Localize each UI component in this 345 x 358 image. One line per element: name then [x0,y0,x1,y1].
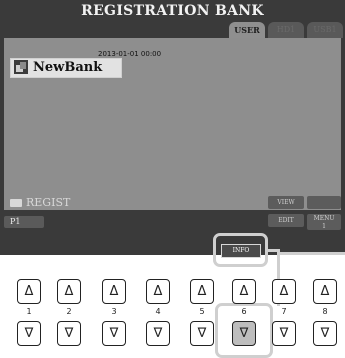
info-button[interactable]: INFO [221,244,261,258]
down-arrow-icon: ∇ [320,326,330,341]
bank-list: 2013-01-01 00:00 NewBank REGIST [4,38,341,210]
bank-date: 2013-01-01 00:00 [98,50,162,58]
button-number-8: 8 [322,307,328,316]
menu1-button[interactable]: MENU 1 [307,214,341,230]
button-7-up[interactable]: Δ [272,279,296,304]
tab-user[interactable]: USER [229,22,265,38]
up-arrow-icon: Δ [24,284,34,299]
button-4-down[interactable]: ∇ [146,321,170,346]
down-arrow-icon: ∇ [153,326,163,341]
tab-usb1[interactable]: USB1 [307,22,343,38]
button-1-up[interactable]: Δ [17,279,41,304]
button-number-2: 2 [66,307,72,316]
button-2-up[interactable]: Δ [57,279,81,304]
page-p1-button[interactable]: P1 [4,216,44,228]
up-arrow-icon: Δ [279,284,289,299]
button-5-down[interactable]: ∇ [190,321,214,346]
button-6-up[interactable]: Δ [232,279,256,304]
up-arrow-icon: Δ [109,284,119,299]
view-button[interactable]: VIEW [268,196,304,209]
down-arrow-icon: ∇ [239,326,249,341]
button-number-4: 4 [155,307,161,316]
tab-hd1[interactable]: HD1 [268,22,304,38]
down-arrow-icon: ∇ [279,326,289,341]
down-arrow-icon: ∇ [197,326,207,341]
button-number-6: 6 [241,307,247,316]
registration-bank-icon [14,60,28,74]
view-up-button[interactable] [307,196,341,209]
button-number-3: 3 [111,307,117,316]
button-6-down[interactable]: ∇ [232,321,256,346]
bank-name-box[interactable]: NewBank [10,58,122,78]
button-number-1: 1 [26,307,32,316]
button-7-down[interactable]: ∇ [272,321,296,346]
screen-title: REGISTRATION BANK [81,3,264,19]
callout-connector-right [277,252,345,255]
button-2-down[interactable]: ∇ [57,321,81,346]
button-number-5: 5 [199,307,205,316]
button-3-down[interactable]: ∇ [102,321,126,346]
up-arrow-icon: Δ [153,284,163,299]
edit-button[interactable]: EDIT [268,214,304,227]
button-4-up[interactable]: Δ [146,279,170,304]
up-arrow-icon: Δ [239,284,249,299]
button-5-up[interactable]: Δ [190,279,214,304]
button-1-down[interactable]: ∇ [17,321,41,346]
up-arrow-icon: Δ [320,284,330,299]
up-arrow-icon: Δ [64,284,74,299]
bank-item-newbank[interactable]: 2013-01-01 00:00 NewBank [10,50,170,78]
down-arrow-icon: ∇ [64,326,74,341]
button-number-7: 7 [281,307,287,316]
down-arrow-icon: ∇ [24,326,34,341]
button-8-down[interactable]: ∇ [313,321,337,346]
down-arrow-icon: ∇ [109,326,119,341]
menu-label: MENU [313,215,335,222]
bank-name: NewBank [33,60,103,75]
folder-label: REGIST [26,196,71,209]
up-arrow-icon: Δ [197,284,207,299]
lcd-screen: REGISTRATION BANK USER HD1 USB1 2013-01-… [0,0,345,255]
button-8-up[interactable]: Δ [313,279,337,304]
menu-number: 1 [322,223,326,230]
folder-icon [10,199,22,207]
button-3-up[interactable]: Δ [102,279,126,304]
folder-path[interactable]: REGIST [10,196,70,209]
